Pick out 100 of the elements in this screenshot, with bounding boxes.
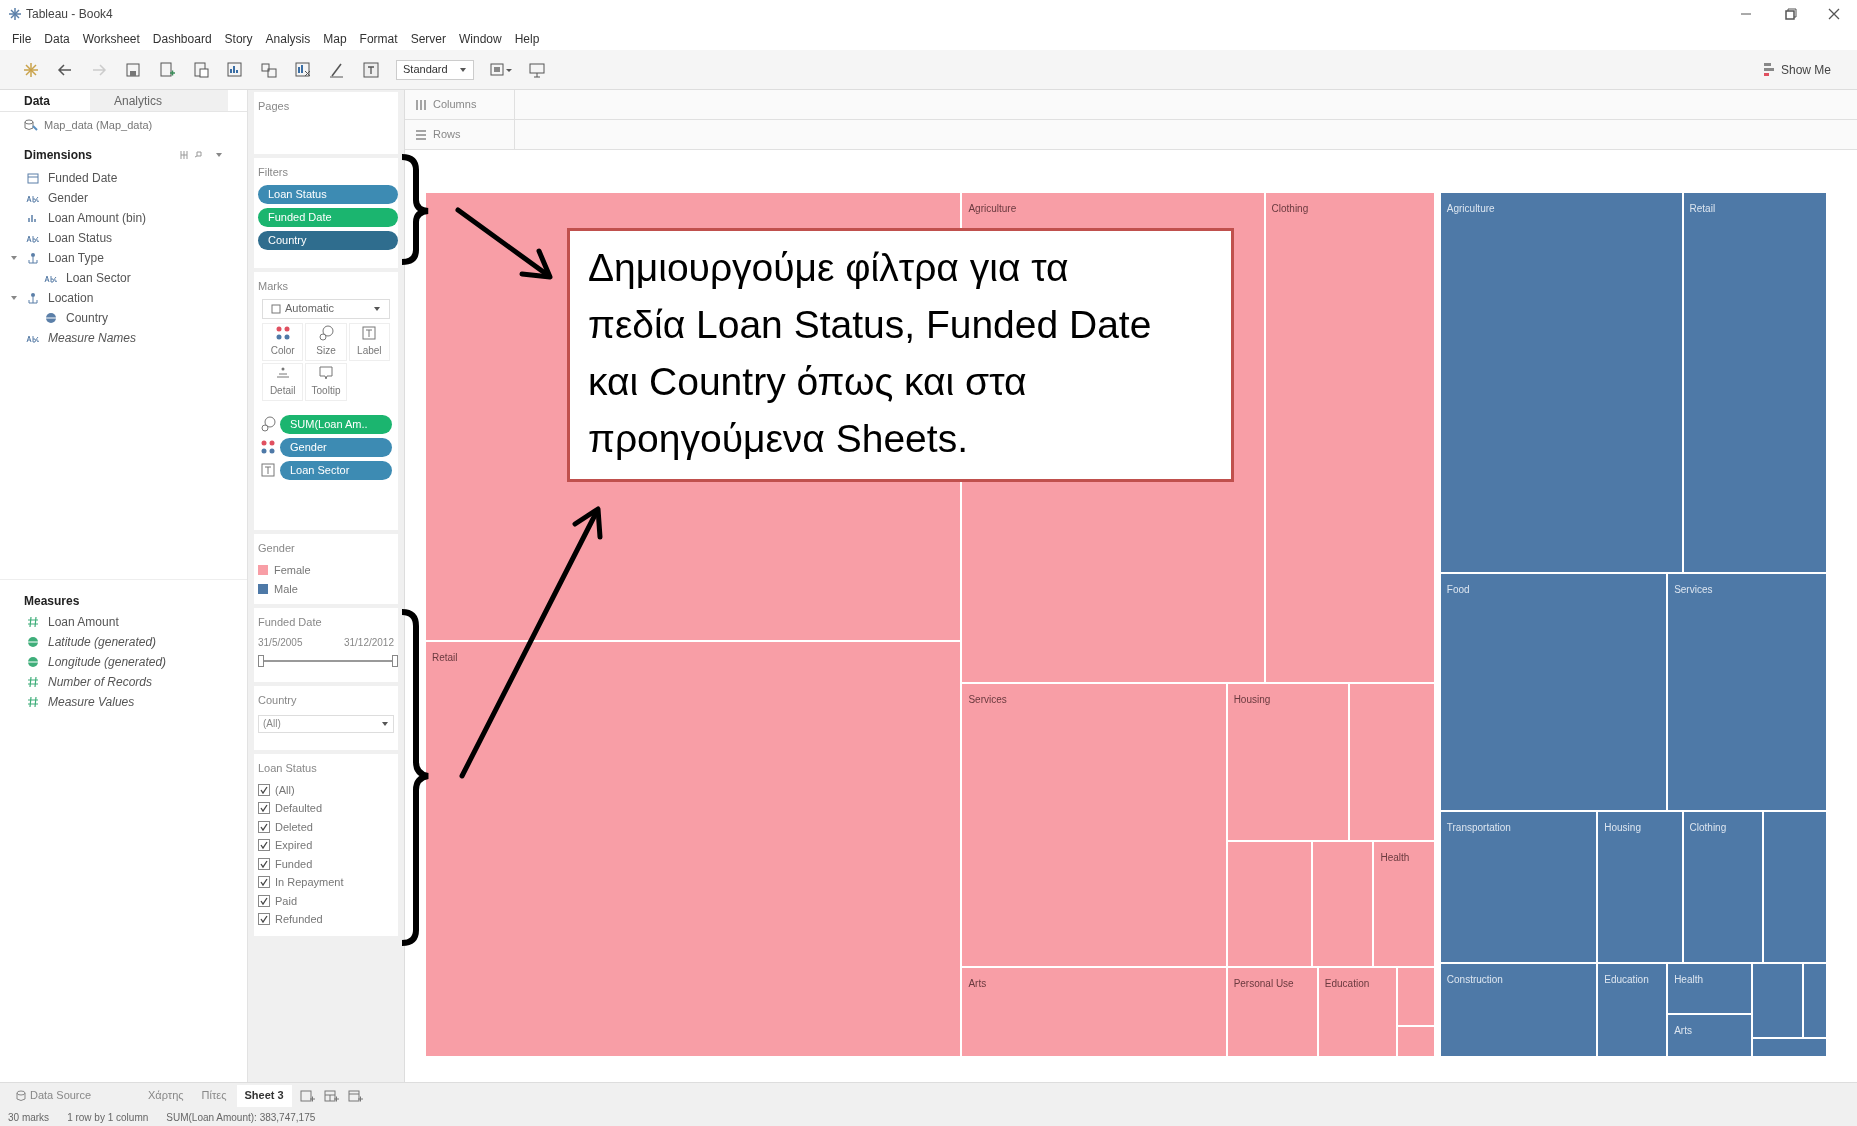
new-sheet-icon[interactable] xyxy=(158,60,176,79)
marks-button[interactable]: Detail xyxy=(262,362,304,401)
marks-button[interactable]: Color xyxy=(262,322,304,361)
mark-type-dropdown[interactable]: Automatic xyxy=(262,298,390,319)
checkbox[interactable] xyxy=(258,839,270,852)
caret-icon xyxy=(459,65,467,74)
card-title: Country xyxy=(258,693,298,708)
checkbox[interactable] xyxy=(258,876,270,889)
checkbox-label[interactable]: Paid xyxy=(275,892,298,909)
menu-item[interactable]: Format xyxy=(359,30,398,48)
mark-pill[interactable]: Loan Sector xyxy=(280,460,392,480)
field-item[interactable]: Loan Amount xyxy=(48,613,119,631)
checkbox-label[interactable]: Refunded xyxy=(275,911,323,928)
device-preview-icon[interactable] xyxy=(490,60,512,79)
save-icon[interactable] xyxy=(124,60,142,79)
menu-item[interactable]: Map xyxy=(323,30,347,48)
chart-clear-icon[interactable] xyxy=(294,60,312,79)
menu-item[interactable]: File xyxy=(12,30,32,48)
number-field-icon xyxy=(26,675,40,689)
menu-item[interactable]: Help xyxy=(514,30,540,48)
checkbox-label[interactable]: Funded xyxy=(275,855,313,872)
field-item[interactable]: Funded Date xyxy=(48,169,118,187)
chart-swap-icon[interactable] xyxy=(226,60,244,79)
tile-label: Construction xyxy=(1446,973,1504,988)
field-item[interactable]: Longitude (generated) xyxy=(48,653,167,671)
menu-item[interactable]: Analysis xyxy=(265,30,311,48)
field-item[interactable]: Country xyxy=(66,309,109,327)
checkbox[interactable] xyxy=(258,913,270,926)
field-item[interactable]: Location xyxy=(48,289,94,307)
marks-button[interactable]: Tooltip xyxy=(305,362,347,401)
mark-pill[interactable]: Gender xyxy=(280,437,392,457)
tile-label: Housing xyxy=(1604,821,1642,836)
checkbox-label[interactable]: Defaulted xyxy=(275,800,323,817)
checkbox[interactable] xyxy=(258,783,270,796)
number-field-icon xyxy=(26,695,40,709)
globe-icon xyxy=(26,635,40,649)
checkbox-label[interactable]: (All) xyxy=(275,781,295,798)
field-item[interactable]: Loan Amount (bin) xyxy=(48,209,147,227)
fit-dropdown[interactable]: Standard xyxy=(396,59,474,80)
tile-label: Retail xyxy=(1689,202,1717,216)
field-item[interactable]: Measure Names xyxy=(48,329,137,347)
menu-item[interactable]: Story xyxy=(224,30,253,48)
menu-item[interactable]: Server xyxy=(410,30,446,48)
field-item[interactable]: Loan Sector xyxy=(66,269,131,287)
legend-label[interactable]: Male xyxy=(274,580,298,598)
show-me-button[interactable]: Show Me xyxy=(1758,57,1835,82)
presentation-icon[interactable] xyxy=(528,60,546,79)
checkbox[interactable] xyxy=(258,802,270,815)
card-title: Gender xyxy=(258,541,296,556)
field-item[interactable]: Gender xyxy=(48,189,89,207)
shelf-label: Rows xyxy=(433,127,461,143)
menu-item[interactable]: Window xyxy=(458,30,502,48)
section-heading: Dimensions xyxy=(24,147,93,164)
checkbox[interactable] xyxy=(258,820,270,833)
field-item[interactable]: Loan Type xyxy=(48,249,104,267)
panel-tab[interactable]: Analytics xyxy=(90,90,228,111)
text-label-icon[interactable] xyxy=(362,60,380,79)
menu-item[interactable]: Dashboard xyxy=(152,30,212,48)
field-item[interactable]: Loan Status xyxy=(48,229,113,247)
duplicate-sheet-icon[interactable] xyxy=(192,60,210,79)
slider-thumb[interactable] xyxy=(258,654,264,667)
collapse-caret-icon[interactable] xyxy=(10,294,18,302)
collapse-caret-icon[interactable] xyxy=(10,254,18,262)
tile-label: Agriculture xyxy=(968,202,1018,216)
tile-label: Arts xyxy=(968,976,988,991)
filter-pill[interactable]: Country xyxy=(258,230,398,250)
new-worksheet-icon[interactable] xyxy=(299,1088,316,1103)
field-item[interactable]: Number of Records xyxy=(48,673,153,691)
tile-label: Education xyxy=(1324,976,1371,991)
tile-label: Services xyxy=(968,692,1008,707)
view-toggle-icon[interactable] xyxy=(179,149,205,161)
size-circles-icon xyxy=(260,416,276,432)
new-dashboard-icon[interactable] xyxy=(323,1088,340,1103)
range-end-date: 31/12/2012 xyxy=(343,635,394,650)
legend-label[interactable]: Female xyxy=(274,561,311,579)
checkbox[interactable] xyxy=(258,894,270,907)
caret-icon xyxy=(373,304,381,313)
color-dots-icon xyxy=(260,439,276,455)
slider-thumb[interactable] xyxy=(392,654,398,667)
tile-label: Retail xyxy=(432,651,459,666)
tile-label: Arts xyxy=(1674,1024,1693,1039)
app-logo-icon[interactable] xyxy=(22,60,40,79)
caret-icon xyxy=(381,719,389,728)
sheet-tab[interactable]: Sheet 3 xyxy=(236,1084,292,1107)
menu-item[interactable]: Worksheet xyxy=(82,30,140,48)
field-item[interactable]: Latitude (generated) xyxy=(48,633,157,651)
new-story-icon[interactable] xyxy=(347,1088,364,1103)
checkbox-label[interactable]: Deleted xyxy=(275,818,313,835)
checkbox[interactable] xyxy=(258,857,270,870)
marks-button[interactable]: Size xyxy=(305,322,347,361)
card-title: Loan Status xyxy=(258,761,318,776)
checkbox-label[interactable]: In Repayment xyxy=(275,874,344,891)
checkbox-label[interactable]: Expired xyxy=(275,837,313,854)
field-item[interactable]: Measure Values xyxy=(48,693,135,711)
menu-item[interactable]: Data xyxy=(44,30,70,48)
country-dropdown[interactable]: (All) xyxy=(258,714,394,733)
marks-button[interactable]: Label xyxy=(348,322,390,361)
filter-pill[interactable]: Loan Status xyxy=(258,184,398,204)
pane-menu-caret-icon[interactable] xyxy=(215,151,223,159)
data-source-name[interactable]: Map_data (Map_data) xyxy=(44,116,153,134)
